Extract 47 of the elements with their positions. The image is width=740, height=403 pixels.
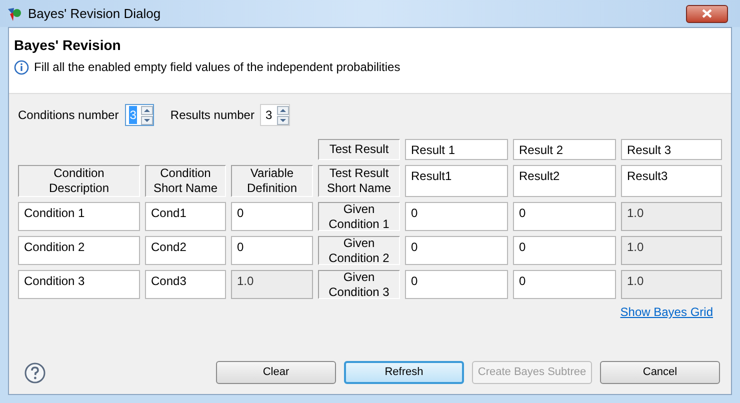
column-header: Condition Short Name [145, 165, 226, 197]
text-field[interactable]: 0 [405, 270, 508, 299]
dialog-button[interactable]: Cancel [600, 361, 720, 384]
help-icon[interactable] [24, 362, 46, 384]
text-field[interactable]: 0 [513, 202, 616, 231]
text-field[interactable]: Cond3 [145, 270, 226, 299]
column-header: Test Result [318, 139, 400, 160]
text-field[interactable]: 0 [513, 236, 616, 265]
app-logo-icon [6, 6, 22, 22]
close-icon [702, 9, 712, 18]
spinner-label: Results number [170, 107, 254, 124]
text-field[interactable]: Cond2 [145, 236, 226, 265]
show-grid-link[interactable]: Show Bayes Grid [620, 303, 713, 321]
down-arrow-icon[interactable] [141, 116, 154, 124]
dialog-button[interactable]: Clear [216, 361, 336, 384]
column-header: Condition Description [18, 165, 140, 197]
column-header: Given Condition 2 [318, 236, 400, 265]
down-arrow-icon[interactable] [277, 116, 290, 124]
text-field[interactable]: 0 [231, 236, 313, 265]
text-field[interactable]: 0 [405, 202, 508, 231]
text-field[interactable]: Result 1 [405, 139, 508, 160]
text-field[interactable]: Result1 [405, 165, 508, 197]
number-spinner[interactable]: 3 [260, 104, 290, 126]
text-field[interactable]: Condition 3 [18, 270, 140, 299]
info-message: Fill all the enabled empty field values of the independent probabilities [34, 59, 400, 76]
info-icon [14, 60, 29, 74]
text-field[interactable]: 0 [405, 236, 508, 265]
dialog-heading: Bayes' Revision [14, 36, 122, 54]
text-field[interactable]: Result 3 [621, 139, 722, 160]
window-title: Bayes' Revision Dialog [28, 4, 161, 23]
column-header: Variable Definition [231, 165, 313, 197]
text-field[interactable]: 0 [231, 202, 313, 231]
up-arrow-icon[interactable] [277, 106, 290, 114]
column-header: Test Result Short Name [318, 165, 400, 197]
text-field[interactable]: 0 [513, 270, 616, 299]
text-field[interactable]: Result3 [621, 165, 722, 197]
text-field[interactable]: Result2 [513, 165, 616, 197]
close-button[interactable] [686, 4, 728, 22]
text-field[interactable]: Cond1 [145, 202, 226, 231]
spinner-label: Conditions number [18, 107, 119, 124]
column-header: Given Condition 1 [318, 202, 400, 231]
dialog-button[interactable]: Refresh [344, 361, 464, 384]
text-field[interactable]: Result 2 [513, 139, 616, 160]
column-header: Given Condition 3 [318, 270, 400, 299]
text-field[interactable]: Condition 2 [18, 236, 140, 265]
text-field[interactable]: Condition 1 [18, 202, 140, 231]
up-arrow-icon[interactable] [141, 106, 154, 114]
